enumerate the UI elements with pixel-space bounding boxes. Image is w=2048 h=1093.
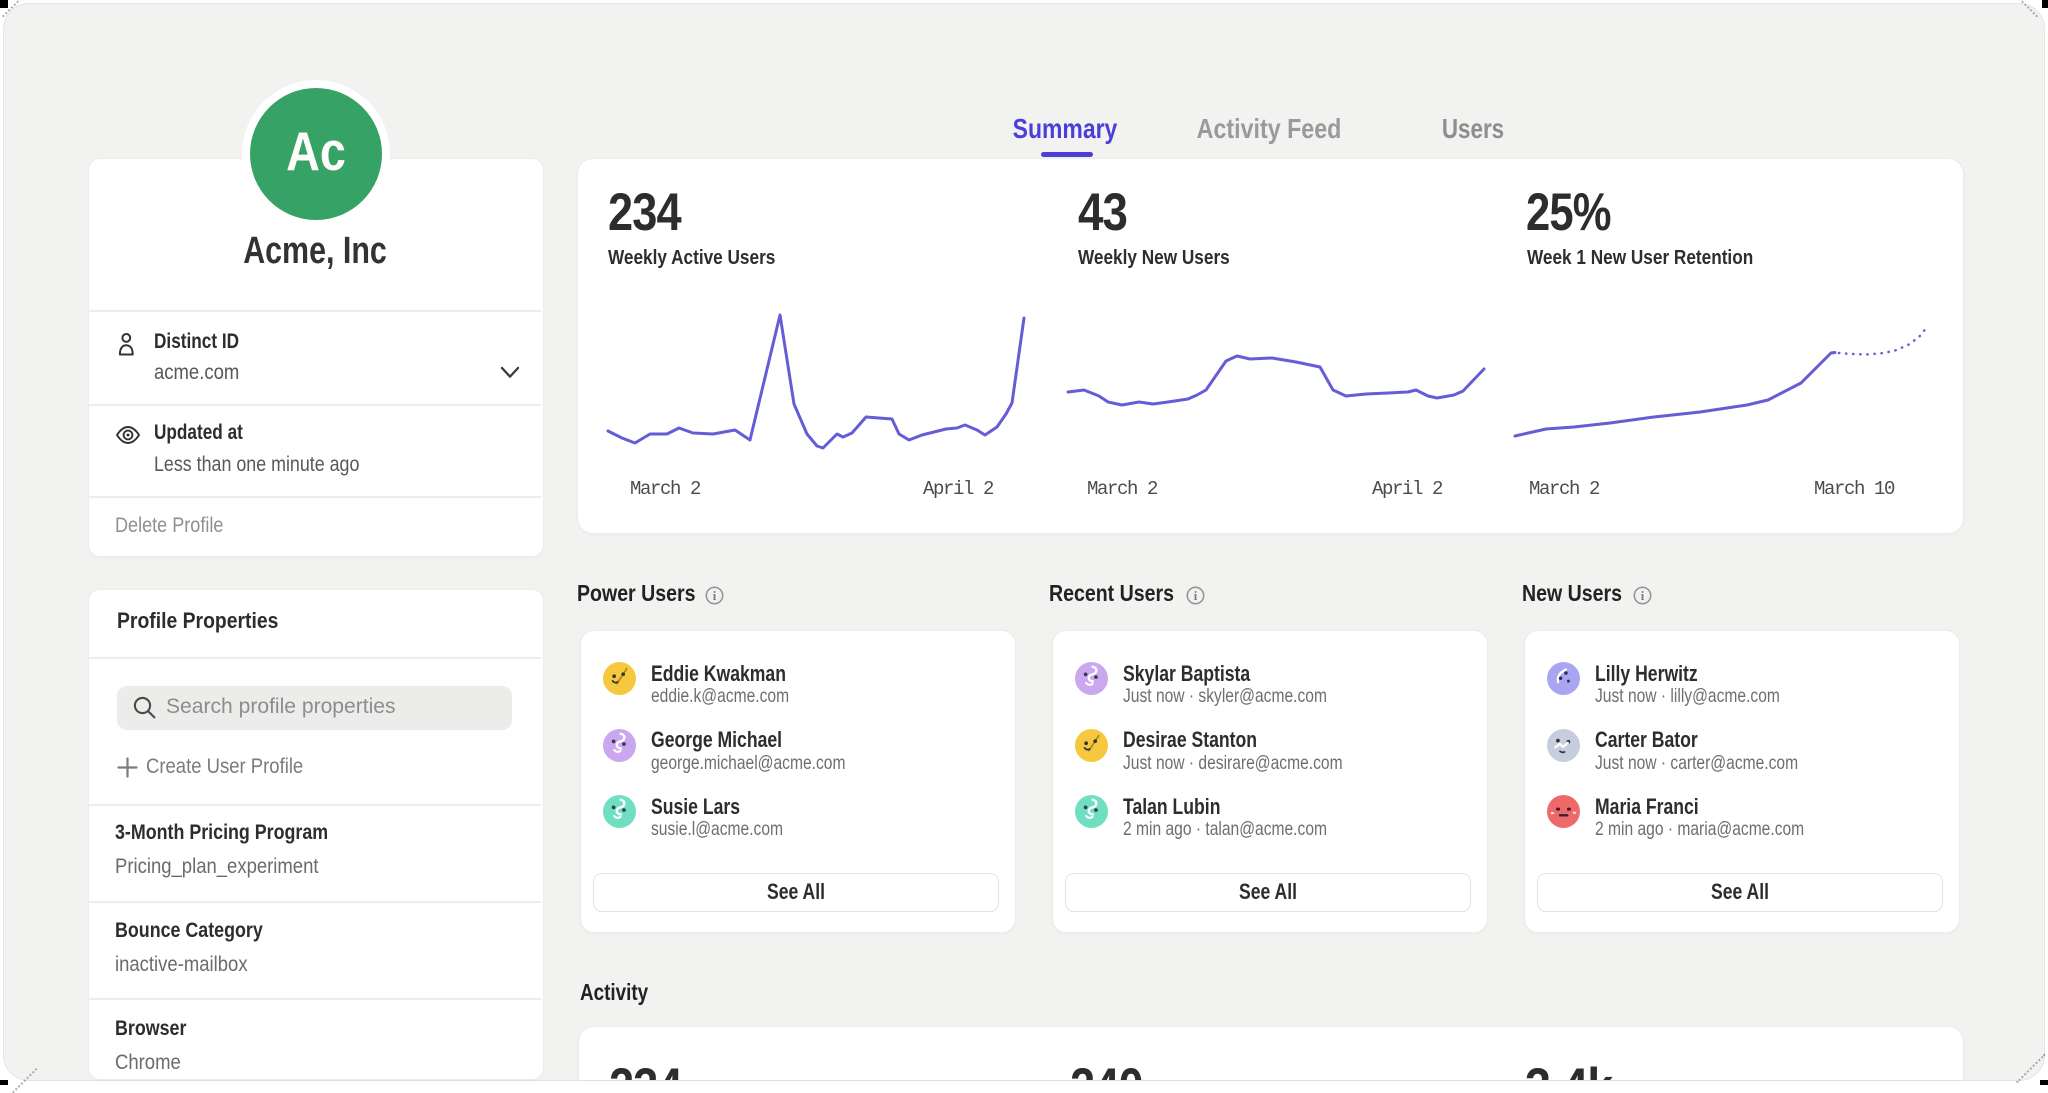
- svg-text:i: i: [713, 589, 717, 603]
- svg-text:i: i: [1194, 589, 1198, 603]
- svg-text:i: i: [1641, 589, 1645, 603]
